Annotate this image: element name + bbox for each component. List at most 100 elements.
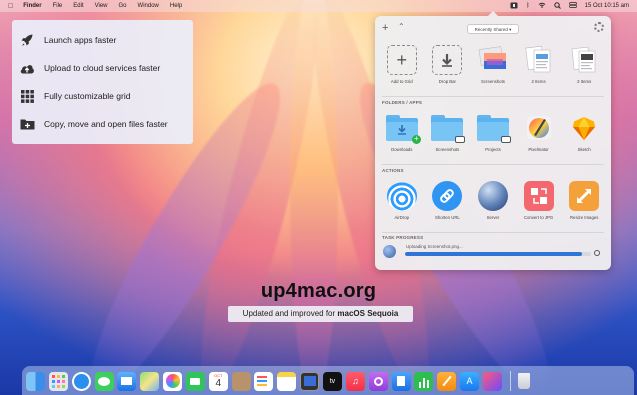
clock-text[interactable]: 15 Oct 10:15 am <box>585 3 629 9</box>
tv-icon[interactable]: tv <box>322 371 342 391</box>
server-globe-icon <box>477 181 508 211</box>
sketch-icon <box>568 112 600 144</box>
action-server[interactable]: Server <box>473 180 513 220</box>
cell-label: AirDrop <box>394 215 410 220</box>
calendar-icon[interactable]: OCT 4 <box>208 371 228 391</box>
caption-text: Updated and improved for <box>242 309 338 318</box>
cell-label: Server <box>486 215 500 220</box>
mail-icon[interactable] <box>117 371 137 391</box>
control-center-icon[interactable] <box>568 2 577 10</box>
cancel-task-icon[interactable] <box>594 250 600 256</box>
progress-fill <box>405 252 582 256</box>
folder-downloads[interactable]: + Downloads <box>382 112 422 152</box>
folder-projects[interactable]: Projects <box>473 112 513 152</box>
drop-bar-button[interactable]: Drop Bar <box>427 44 467 84</box>
keynote-icon[interactable] <box>391 371 411 391</box>
shelf-row: + Add to Grid Drop Bar Screenshots 2 Ite… <box>375 44 611 84</box>
divider <box>382 164 604 165</box>
task-progress-row: Uploading Screenshot.png... <box>383 244 603 259</box>
add-icon[interactable]: + <box>382 22 388 34</box>
finder-icon[interactable] <box>26 371 45 391</box>
feature-copy-move: Copy, move and open files faster <box>18 110 187 138</box>
actions-section-title: ACTIONS <box>382 168 404 173</box>
action-convert-jpg[interactable]: Convert to JPG <box>519 180 559 220</box>
cloud-upload-icon <box>18 61 36 75</box>
notes-icon[interactable] <box>277 371 297 391</box>
feature-launch-apps: Launch apps faster <box>18 26 187 54</box>
action-airdrop[interactable]: AirDrop <box>382 180 422 220</box>
document-stack-icon <box>523 44 555 76</box>
pixelmator-icon <box>523 112 555 144</box>
feature-label: Upload to cloud services faster <box>44 63 161 73</box>
menu-window[interactable]: Window <box>138 3 159 9</box>
search-icon[interactable] <box>553 1 561 11</box>
cell-label: Drop Bar <box>438 79 456 84</box>
safari-icon[interactable] <box>71 371 91 391</box>
wifi-icon[interactable] <box>538 2 546 10</box>
bluetooth-icon[interactable]: ᛒ <box>526 3 530 9</box>
menu-go[interactable]: Go <box>119 3 127 9</box>
maps-icon[interactable] <box>140 371 160 391</box>
upload-progress-bar <box>405 252 591 256</box>
divider <box>382 96 604 97</box>
downloads-folder-icon: + <box>385 115 421 144</box>
action-shorten-url[interactable]: Shorten URL <box>427 180 467 220</box>
cell-label: 2 Items <box>531 79 546 84</box>
gear-icon[interactable] <box>594 22 604 32</box>
menu-file[interactable]: File <box>53 3 63 9</box>
collapse-chevrons-icon[interactable]: ⌃ <box>398 22 405 31</box>
apple-icon[interactable]:  <box>8 3 13 10</box>
numbers-icon[interactable] <box>414 371 434 391</box>
folder-icon <box>476 115 511 143</box>
convert-jpg-icon <box>523 181 554 211</box>
shelf-items-1[interactable]: 2 Items <box>519 44 559 84</box>
feature-custom-grid: Fully customizable grid <box>18 82 187 110</box>
dropzone-menubar-icon[interactable] <box>510 2 518 11</box>
features-callout: Launch apps faster Upload to cloud servi… <box>12 20 193 144</box>
music-icon[interactable]: ♫ <box>345 371 365 391</box>
action-resize-images[interactable]: Resize Images <box>564 180 604 220</box>
menu-app-name[interactable]: Finder <box>23 3 41 9</box>
screenshot-app-icon[interactable] <box>300 371 320 391</box>
feature-upload-cloud: Upload to cloud services faster <box>18 54 187 82</box>
shortcuts-icon[interactable] <box>482 371 502 391</box>
resize-icon <box>569 181 600 211</box>
actions-row: AirDrop Shorten URL Server Convert to JP… <box>375 180 611 220</box>
recently-shared-dropdown[interactable]: Recently Shared ▾ <box>467 24 519 34</box>
app-sketch[interactable]: Sketch <box>564 112 604 152</box>
screenshots-stack-icon <box>477 44 509 76</box>
launchpad-icon[interactable] <box>48 371 68 391</box>
menu-help[interactable]: Help <box>170 3 182 9</box>
shelf-items-2[interactable]: 2 Items <box>564 44 604 84</box>
facetime-icon[interactable] <box>185 371 205 391</box>
menu-edit[interactable]: Edit <box>73 3 83 9</box>
link-icon <box>432 181 463 211</box>
photos-icon[interactable] <box>163 371 183 391</box>
podcasts-icon[interactable] <box>368 371 388 391</box>
site-watermark: up4mac.org <box>260 280 377 302</box>
dropdown-label: Recently Shared <box>474 27 508 32</box>
trash-icon[interactable] <box>515 372 534 391</box>
caption-os-name: macOS Sequoia <box>337 309 399 318</box>
cell-label: Shorten URL <box>434 215 460 220</box>
menu-view[interactable]: View <box>95 3 108 9</box>
reminders-icon[interactable] <box>254 371 274 391</box>
document-stack-icon <box>568 44 600 76</box>
divider <box>382 232 604 233</box>
dock: OCT 4 tv ♫ A <box>22 366 634 395</box>
shelf-screenshots[interactable]: Screenshots <box>473 44 513 84</box>
contacts-icon[interactable] <box>231 371 251 391</box>
add-to-grid-button[interactable]: + Add to Grid <box>382 44 422 84</box>
messages-icon[interactable] <box>94 371 114 391</box>
cell-label: 2 Items <box>577 79 592 84</box>
feature-label: Fully customizable grid <box>44 91 131 101</box>
folder-plus-icon <box>18 117 36 131</box>
pages-icon[interactable] <box>437 371 457 391</box>
app-store-icon[interactable]: A <box>460 371 480 391</box>
task-status-text: Uploading Screenshot.png... <box>406 244 463 249</box>
folder-screenshots[interactable]: Screenshots <box>427 112 467 152</box>
cell-label: Projects <box>485 147 501 152</box>
cell-label: Convert to JPG <box>523 215 554 220</box>
app-pixelmator[interactable]: Pixelmator <box>519 112 559 152</box>
feature-label: Copy, move and open files faster <box>44 119 168 129</box>
